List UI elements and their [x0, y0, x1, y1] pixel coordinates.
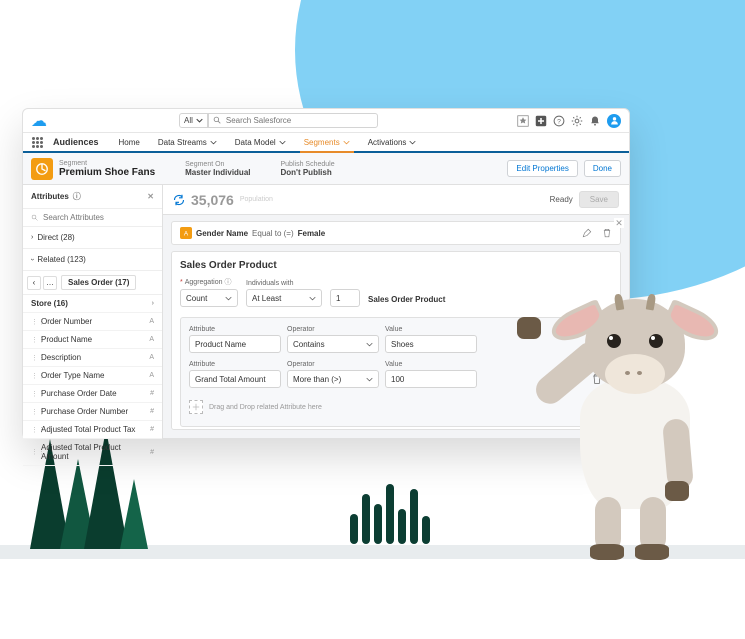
- attribute-item[interactable]: ⋮⋮Product NameA: [23, 331, 162, 349]
- app-launcher-icon[interactable]: [31, 136, 43, 148]
- nav-activations[interactable]: Activations: [364, 134, 421, 151]
- value-input[interactable]: Shoes: [385, 335, 477, 353]
- drop-hint-text: Drag and Drop related Attribute here: [209, 404, 322, 411]
- status-text: Ready: [550, 195, 573, 204]
- record-type-label: Segment: [59, 160, 155, 167]
- operator-label: Operator: [287, 326, 379, 333]
- individuals-label: Individuals with: [246, 280, 322, 287]
- drop-target-icon: [189, 400, 203, 414]
- attribute-search[interactable]: [23, 209, 162, 227]
- decorative-bush: [340, 474, 440, 544]
- attribute-search-input[interactable]: [43, 213, 154, 222]
- attribute-input[interactable]: Grand Total Amount: [189, 370, 281, 388]
- breadcrumb-current[interactable]: Sales Order (17): [61, 275, 136, 290]
- value-input[interactable]: 100: [385, 370, 477, 388]
- nav-segments[interactable]: Segments: [300, 134, 354, 153]
- chevron-down-icon: [366, 376, 373, 383]
- attribute-label: Attribute: [189, 361, 281, 368]
- svg-text:A: A: [184, 230, 189, 237]
- direct-section[interactable]: ›Direct (28): [23, 227, 162, 249]
- add-icon[interactable]: [535, 115, 547, 127]
- global-search[interactable]: [208, 113, 378, 128]
- chevron-down-icon: [210, 139, 217, 146]
- done-button[interactable]: Done: [584, 160, 621, 177]
- segment-on-label: Segment On: [185, 161, 250, 168]
- breadcrumb-overflow-button[interactable]: …: [43, 276, 57, 290]
- info-icon[interactable]: ⓘ: [224, 279, 231, 286]
- attribute-item[interactable]: ⋮⋮Order NumberA: [23, 313, 162, 331]
- filter-attribute: Gender Name: [196, 229, 248, 238]
- save-button: Save: [579, 191, 619, 208]
- close-panel-icon[interactable]: ✕: [147, 192, 154, 201]
- chevron-down-icon: [366, 341, 373, 348]
- attribute-type-icon: A: [180, 227, 192, 239]
- nav-data-streams[interactable]: Data Streams: [154, 134, 221, 151]
- attribute-item[interactable]: ⋮⋮DescriptionA: [23, 349, 162, 367]
- chevron-down-icon: [225, 295, 232, 302]
- page-title: Premium Shoe Fans: [59, 167, 155, 178]
- delete-icon[interactable]: [602, 228, 612, 238]
- filter-operator: Equal to (=): [252, 229, 294, 238]
- store-section-row[interactable]: Store (16)›: [23, 295, 162, 313]
- breadcrumb-back-button[interactable]: ‹: [27, 276, 41, 290]
- population-count: 35,076: [191, 192, 234, 208]
- search-icon: [31, 214, 39, 222]
- operator-select[interactable]: More than (>): [287, 370, 379, 388]
- operator-select[interactable]: Contains: [287, 335, 379, 353]
- nav-home[interactable]: Home: [115, 134, 144, 151]
- notifications-bell-icon[interactable]: [589, 115, 601, 127]
- publish-schedule-value: Don't Publish: [281, 168, 335, 177]
- aggregation-select[interactable]: Count: [180, 289, 238, 307]
- app-name: Audiences: [53, 137, 99, 147]
- chevron-down-icon: [309, 295, 316, 302]
- svg-text:?: ?: [557, 118, 561, 125]
- segment-type-icon: [31, 158, 53, 180]
- entity-name: Sales Order Product: [368, 295, 445, 307]
- attribute-item[interactable]: ⋮⋮Purchase Order Date#: [23, 385, 162, 403]
- chevron-down-icon: [409, 139, 416, 146]
- mascot-illustration: [525, 269, 725, 569]
- help-icon[interactable]: ?: [553, 115, 565, 127]
- filter-value: Female: [298, 229, 326, 238]
- search-scope-label: All: [184, 116, 193, 125]
- nav-data-model[interactable]: Data Model: [231, 134, 290, 151]
- search-input[interactable]: [226, 116, 373, 125]
- publish-schedule-label: Publish Schedule: [281, 161, 335, 168]
- close-icon[interactable]: ✕: [614, 218, 624, 228]
- edit-properties-button[interactable]: Edit Properties: [507, 160, 577, 177]
- aggregation-label: Aggregation: [185, 279, 223, 286]
- related-section[interactable]: ›Related (123): [23, 249, 162, 271]
- operator-label: Operator: [287, 361, 379, 368]
- edit-icon[interactable]: [582, 228, 592, 238]
- favorite-icon[interactable]: [517, 115, 529, 127]
- attributes-panel: Attributes ⓘ ✕ ›Direct (28) ›Related (12…: [23, 185, 163, 438]
- refresh-icon[interactable]: [173, 194, 185, 206]
- salesforce-logo-icon: ☁: [31, 111, 47, 131]
- attributes-title: Attributes: [31, 192, 69, 201]
- filter-condition-row: A Gender Name Equal to (=) Female ✕: [171, 221, 621, 245]
- chevron-down-icon: [279, 139, 286, 146]
- attribute-item[interactable]: ⋮⋮Purchase Order Number#: [23, 403, 162, 421]
- population-label: Population: [240, 196, 273, 203]
- segment-on-value: Master Individual: [185, 168, 250, 177]
- attribute-item[interactable]: ⋮⋮Order Type NameA: [23, 367, 162, 385]
- user-avatar[interactable]: [607, 114, 621, 128]
- info-icon[interactable]: ⓘ: [73, 191, 81, 202]
- attribute-item[interactable]: ⋮⋮Adjusted Total Product Tax#: [23, 421, 162, 439]
- attribute-input[interactable]: Product Name: [189, 335, 281, 353]
- attribute-label: Attribute: [189, 326, 281, 333]
- search-icon: [213, 116, 222, 125]
- attribute-item[interactable]: ⋮⋮Adjusted Total Product Amount#: [23, 439, 162, 466]
- search-scope-select[interactable]: All: [179, 113, 208, 128]
- settings-gear-icon[interactable]: [571, 115, 583, 127]
- individuals-count-input[interactable]: 1: [330, 289, 360, 307]
- chevron-down-icon: [343, 139, 350, 146]
- individuals-operator-select[interactable]: At Least: [246, 289, 322, 307]
